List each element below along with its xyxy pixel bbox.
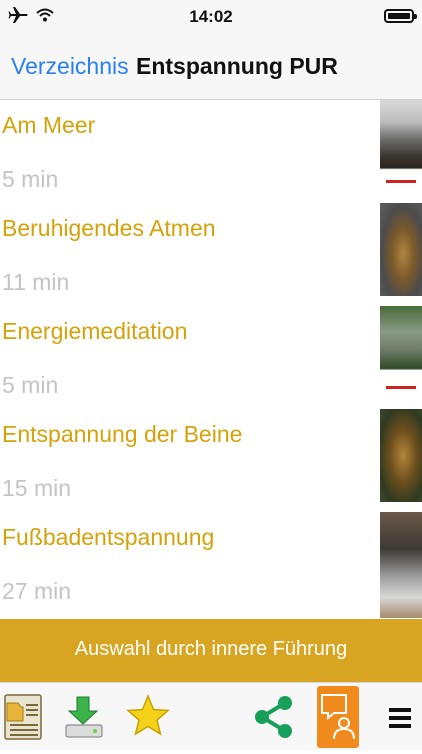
bottom-toolbar: [0, 682, 422, 750]
item-duration: 11 min: [2, 269, 70, 295]
item-duration: 5 min: [2, 166, 59, 192]
favorites-button[interactable]: [124, 691, 172, 743]
page-title: Entspannung PUR: [136, 53, 338, 79]
item-title: Entspannung der Beine: [2, 421, 243, 447]
list-item[interactable]: Am Meer 5 min: [0, 100, 422, 203]
battery-icon: [384, 9, 417, 23]
share-icon: [255, 696, 292, 738]
meditation-list: Am Meer 5 min Beruhigendes Atmen 11 min …: [0, 100, 422, 619]
item-title: Fußbadentspannung: [2, 524, 215, 550]
meditation-statue-thumbnail: [380, 306, 422, 393]
profile-chat-icon: [317, 686, 359, 748]
menu-icon: [389, 708, 411, 728]
folder-list-icon: [4, 694, 42, 740]
download-icon: [65, 696, 103, 738]
inner-guidance-button[interactable]: Auswahl durch innere Führung: [0, 619, 422, 682]
list-item[interactable]: Energiemeditation 5 min: [0, 306, 422, 409]
item-duration: 27 min: [2, 578, 72, 604]
list-item[interactable]: Beruhigendes Atmen 11 min: [0, 203, 422, 306]
item-duration: 5 min: [2, 372, 59, 398]
status-time: 14:02: [189, 7, 233, 26]
item-title: Am Meer: [2, 112, 96, 138]
download-button[interactable]: [62, 691, 110, 743]
golden-statue-thumbnail: [380, 409, 422, 502]
sea-thumbnail: [380, 100, 422, 187]
status-bar: 14:02: [0, 0, 422, 36]
footbath-thumbnail: [380, 512, 422, 618]
navigation-bar: Verzeichnis Entspannung PUR: [0, 36, 422, 100]
list-item[interactable]: Fußbadentspannung 27 min: [0, 512, 422, 618]
menu-button[interactable]: [384, 691, 418, 743]
profile-chat-button[interactable]: [316, 685, 360, 749]
buddha-thumbnail: [380, 203, 422, 296]
inner-guidance-label: Auswahl durch innere Führung: [74, 638, 348, 660]
star-icon: [126, 694, 170, 736]
item-duration: 15 min: [2, 475, 72, 501]
list-item[interactable]: Entspannung der Beine 15 min: [0, 409, 422, 512]
item-title: Energiemeditation: [2, 318, 188, 344]
folder-list-button[interactable]: [2, 691, 50, 743]
share-button[interactable]: [250, 691, 298, 743]
item-title: Beruhigendes Atmen: [2, 215, 216, 241]
back-button[interactable]: Verzeichnis: [11, 53, 129, 80]
